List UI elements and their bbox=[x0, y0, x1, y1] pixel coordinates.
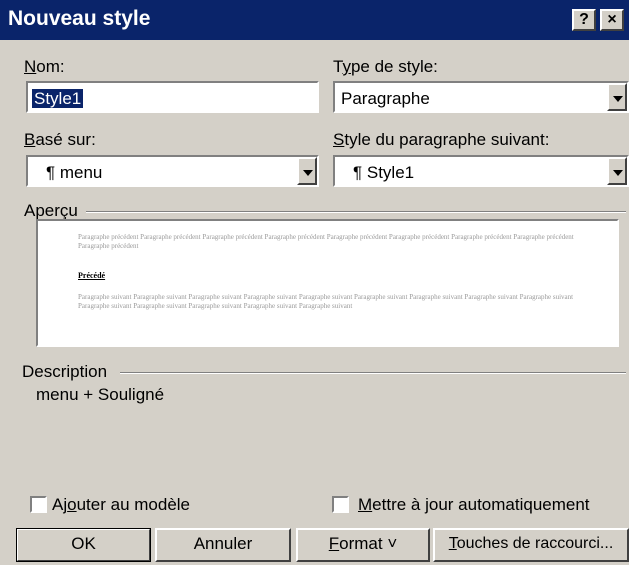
preview-label: Aperçu bbox=[24, 201, 78, 220]
chevron-down-icon[interactable] bbox=[607, 157, 627, 185]
name-label: Nom: bbox=[24, 57, 65, 76]
chevron-down-icon[interactable] bbox=[607, 83, 627, 111]
preview-next-paragraph: Paragraphe suivant Paragraphe suivant Pa… bbox=[78, 293, 574, 310]
title-bar: Nouveau style ? × bbox=[0, 0, 629, 40]
auto-update-label[interactable]: Mettre à jour automatiquement bbox=[358, 495, 590, 515]
next-style-value: ¶ Style1 bbox=[353, 163, 415, 182]
name-input-value: Style1 bbox=[32, 89, 84, 108]
format-button[interactable]: Format ˅ bbox=[296, 528, 430, 562]
add-to-template-label[interactable]: Ajouter au modèle bbox=[52, 495, 190, 515]
preview-divider bbox=[86, 211, 626, 213]
style-type-label: Type de style: bbox=[333, 57, 438, 76]
next-style-dropdown[interactable]: ¶ Style1 bbox=[333, 155, 629, 187]
preview-pane: Paragraphe précédent Paragraphe précéden… bbox=[36, 219, 619, 347]
add-to-template-checkbox[interactable] bbox=[30, 496, 47, 513]
based-on-dropdown[interactable]: ¶ menu bbox=[26, 155, 319, 187]
description-value: menu + Souligné bbox=[36, 385, 165, 404]
ok-button[interactable]: OK bbox=[16, 528, 151, 562]
based-on-label: Basé sur: bbox=[24, 130, 96, 149]
shortcut-keys-button[interactable]: Touches de raccourci... bbox=[433, 528, 629, 562]
chevron-down-icon[interactable] bbox=[297, 157, 317, 185]
style-type-value: Paragraphe bbox=[341, 89, 430, 108]
style-type-dropdown[interactable]: Paragraphe bbox=[333, 81, 629, 113]
dialog-title: Nouveau style bbox=[8, 7, 151, 30]
description-label: Description bbox=[22, 362, 108, 381]
description-divider bbox=[120, 372, 626, 374]
close-button[interactable]: × bbox=[600, 9, 624, 31]
preview-previous-paragraph: Paragraphe précédent Paragraphe précéden… bbox=[78, 233, 574, 250]
auto-update-checkbox[interactable] bbox=[332, 496, 349, 513]
cancel-button[interactable]: Annuler bbox=[155, 528, 291, 562]
based-on-value: ¶ menu bbox=[46, 163, 103, 182]
next-style-label: Style du paragraphe suivant: bbox=[333, 130, 550, 149]
name-input[interactable]: Style1 bbox=[26, 81, 319, 113]
preview-current-paragraph: Précédé bbox=[78, 271, 106, 280]
help-button[interactable]: ? bbox=[572, 9, 596, 31]
